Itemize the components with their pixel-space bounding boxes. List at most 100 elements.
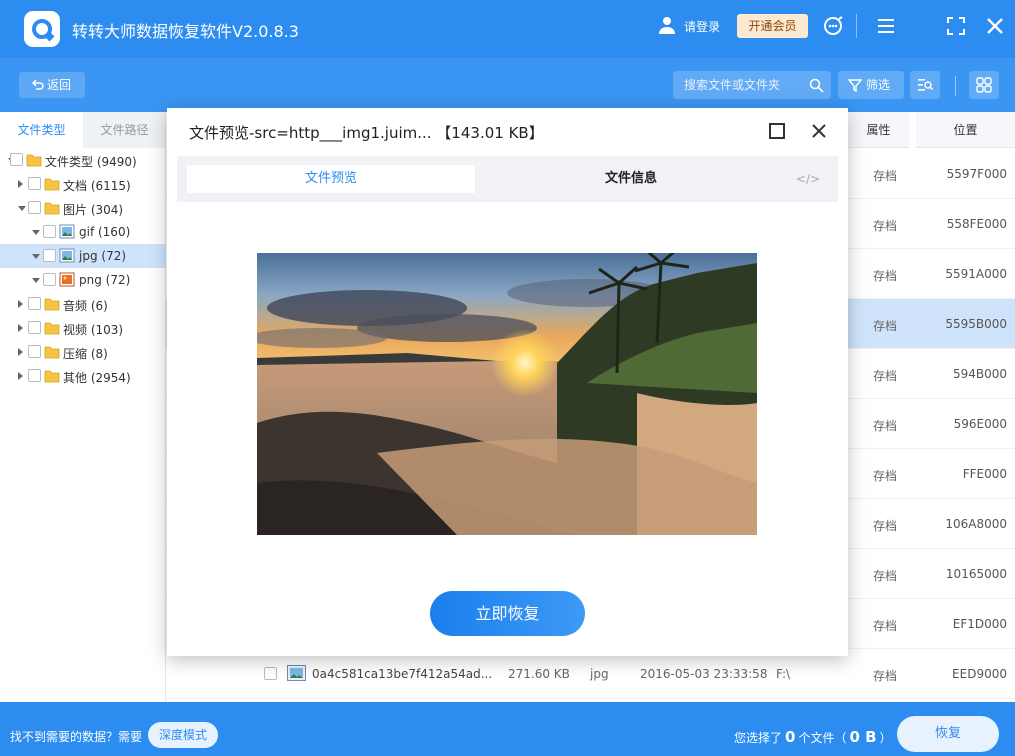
tree-item-label: png (72) [79,273,131,287]
tree-item[interactable]: gif (160) [0,220,166,244]
file-pos: EF1D000 [952,617,1007,631]
image-file-icon [59,224,75,239]
file-pos: 596E000 [953,417,1007,431]
tree-checkbox[interactable] [28,345,41,358]
tab-file-preview[interactable]: 文件预览 [187,165,475,193]
tree-item[interactable]: 文件类型 (9490) [0,148,166,172]
tree-item[interactable]: 文档 (6115) [0,172,166,196]
tree-item[interactable]: png (72) [0,268,166,292]
app-title: 转转大师数据恢复软件V2.0.8.3 [72,22,299,41]
tree-checkbox[interactable] [28,201,41,214]
file-pos: 10165000 [945,567,1007,581]
collapse-arrow-icon[interactable] [32,254,40,259]
file-pos: 5597F000 [946,167,1007,181]
file-attr: 存档 [873,269,898,283]
selection-mid: 个文件（ [798,731,847,745]
search-icon[interactable] [809,78,824,93]
expand-arrow-icon[interactable] [18,324,23,332]
filter-label: 筛选 [866,78,891,92]
restore-now-button[interactable]: 立即恢复 [430,591,585,636]
maximize-icon[interactable] [769,123,785,139]
selection-count: 0 [785,728,796,746]
tree-item-label: 文件类型 (9490) [45,155,137,169]
grid-view-button[interactable] [969,71,999,99]
file-preview-dialog: 文件预览-src=http___img1.juim... 【143.01 KB】… [167,108,848,656]
tree-checkbox[interactable] [28,177,41,190]
support-icon[interactable] [822,15,844,37]
tree-item-label: jpg (72) [79,249,127,263]
file-attr: 存档 [873,419,898,433]
file-attr: 存档 [873,569,898,583]
expand-arrow-icon[interactable] [18,180,23,188]
tree-item[interactable]: 其他 (2954) [0,364,166,388]
filter-button[interactable]: 筛选 [838,71,904,99]
file-attr: 存档 [873,169,898,183]
tree-checkbox[interactable] [43,249,56,262]
expand-arrow-icon[interactable] [18,348,23,356]
file-pos: FFE000 [962,467,1007,481]
list-search-icon [918,79,933,91]
tree-item-label: 其他 (2954) [63,371,131,385]
dialog-close-icon[interactable] [808,120,830,142]
selection-suffix: ） [879,731,892,745]
preview-image [257,253,757,535]
tree-item[interactable]: 图片 (304) [0,196,166,220]
tree-item[interactable]: 压缩 (8) [0,340,166,364]
folder-icon [44,202,60,215]
collapse-arrow-icon[interactable] [32,278,40,283]
tree-item-label: gif (160) [79,225,131,239]
row-checkbox[interactable] [264,667,277,680]
recover-button[interactable]: 恢复 [897,716,999,752]
tab-code-view[interactable]: </> [787,165,829,193]
file-pos: 5591A000 [945,267,1007,281]
file-type: jpg [590,667,609,681]
file-size: 271.60 KB [508,667,570,681]
folder-icon [44,322,60,335]
sidebar: 文件类型 文件路径 文件类型 (9490) 文档 (6115) 图片 (304) gi… [0,112,166,702]
collapse-arrow-icon[interactable] [18,206,26,211]
file-pos: 106A8000 [945,517,1007,531]
tree-item[interactable]: 音频 (6) [0,292,166,316]
title-separator [856,14,857,38]
tree-checkbox[interactable] [28,321,41,334]
table-row[interactable]: 0a4c581ca13be7f412a54ad... 271.60 KB jpg… [166,649,1015,699]
tree-checkbox[interactable] [43,225,56,238]
collapse-arrow-icon[interactable] [32,230,40,235]
dialog-title: 文件预览-src=http___img1.juim... 【143.01 KB】 [189,124,544,142]
title-bar: 转转大师数据恢复软件V2.0.8.3 请登录 开通会员 [0,0,1015,58]
user-icon[interactable] [657,15,677,35]
login-link[interactable]: 请登录 [684,18,720,35]
column-header-pos[interactable]: 位置 [916,112,1015,148]
tab-file-path[interactable]: 文件路径 [83,112,166,148]
file-attr: 存档 [873,469,898,483]
tree-item[interactable]: 视频 (103) [0,316,166,340]
image-file-icon [59,248,75,263]
search-box[interactable] [673,71,831,99]
selection-info: 您选择了 0 个文件（ 0 B） [734,728,892,746]
file-attr: 存档 [873,319,898,333]
column-header-attr[interactable]: 属性 [848,112,909,148]
deep-mode-button[interactable]: 深度模式 [148,722,218,748]
tab-file-type[interactable]: 文件类型 [0,112,83,148]
search-input[interactable] [673,71,803,99]
tab-file-info[interactable]: 文件信息 [487,165,775,193]
tree-checkbox[interactable] [28,297,41,310]
grid-icon [976,77,992,93]
expand-arrow-icon[interactable] [18,300,23,308]
dialog-tabs: 文件预览 文件信息 </> [177,156,838,202]
tree-checkbox[interactable] [43,273,56,286]
tree-checkbox[interactable] [28,369,41,382]
tree-checkbox[interactable] [10,153,23,166]
menu-icon[interactable] [875,15,897,37]
back-button[interactable]: 返回 [19,72,85,98]
close-icon[interactable] [984,15,1006,37]
preview-toggle-button[interactable] [910,71,940,99]
folder-icon [44,346,60,359]
tree-item-label: 视频 (103) [63,323,124,337]
vip-button[interactable]: 开通会员 [737,14,808,38]
deep-scan-tip: 找不到需要的数据？需要 [10,730,143,744]
fullscreen-icon[interactable] [945,15,967,37]
tree-item[interactable]: jpg (72) [0,244,166,268]
tree-item-label: 音频 (6) [63,299,108,313]
expand-arrow-icon[interactable] [18,372,23,380]
